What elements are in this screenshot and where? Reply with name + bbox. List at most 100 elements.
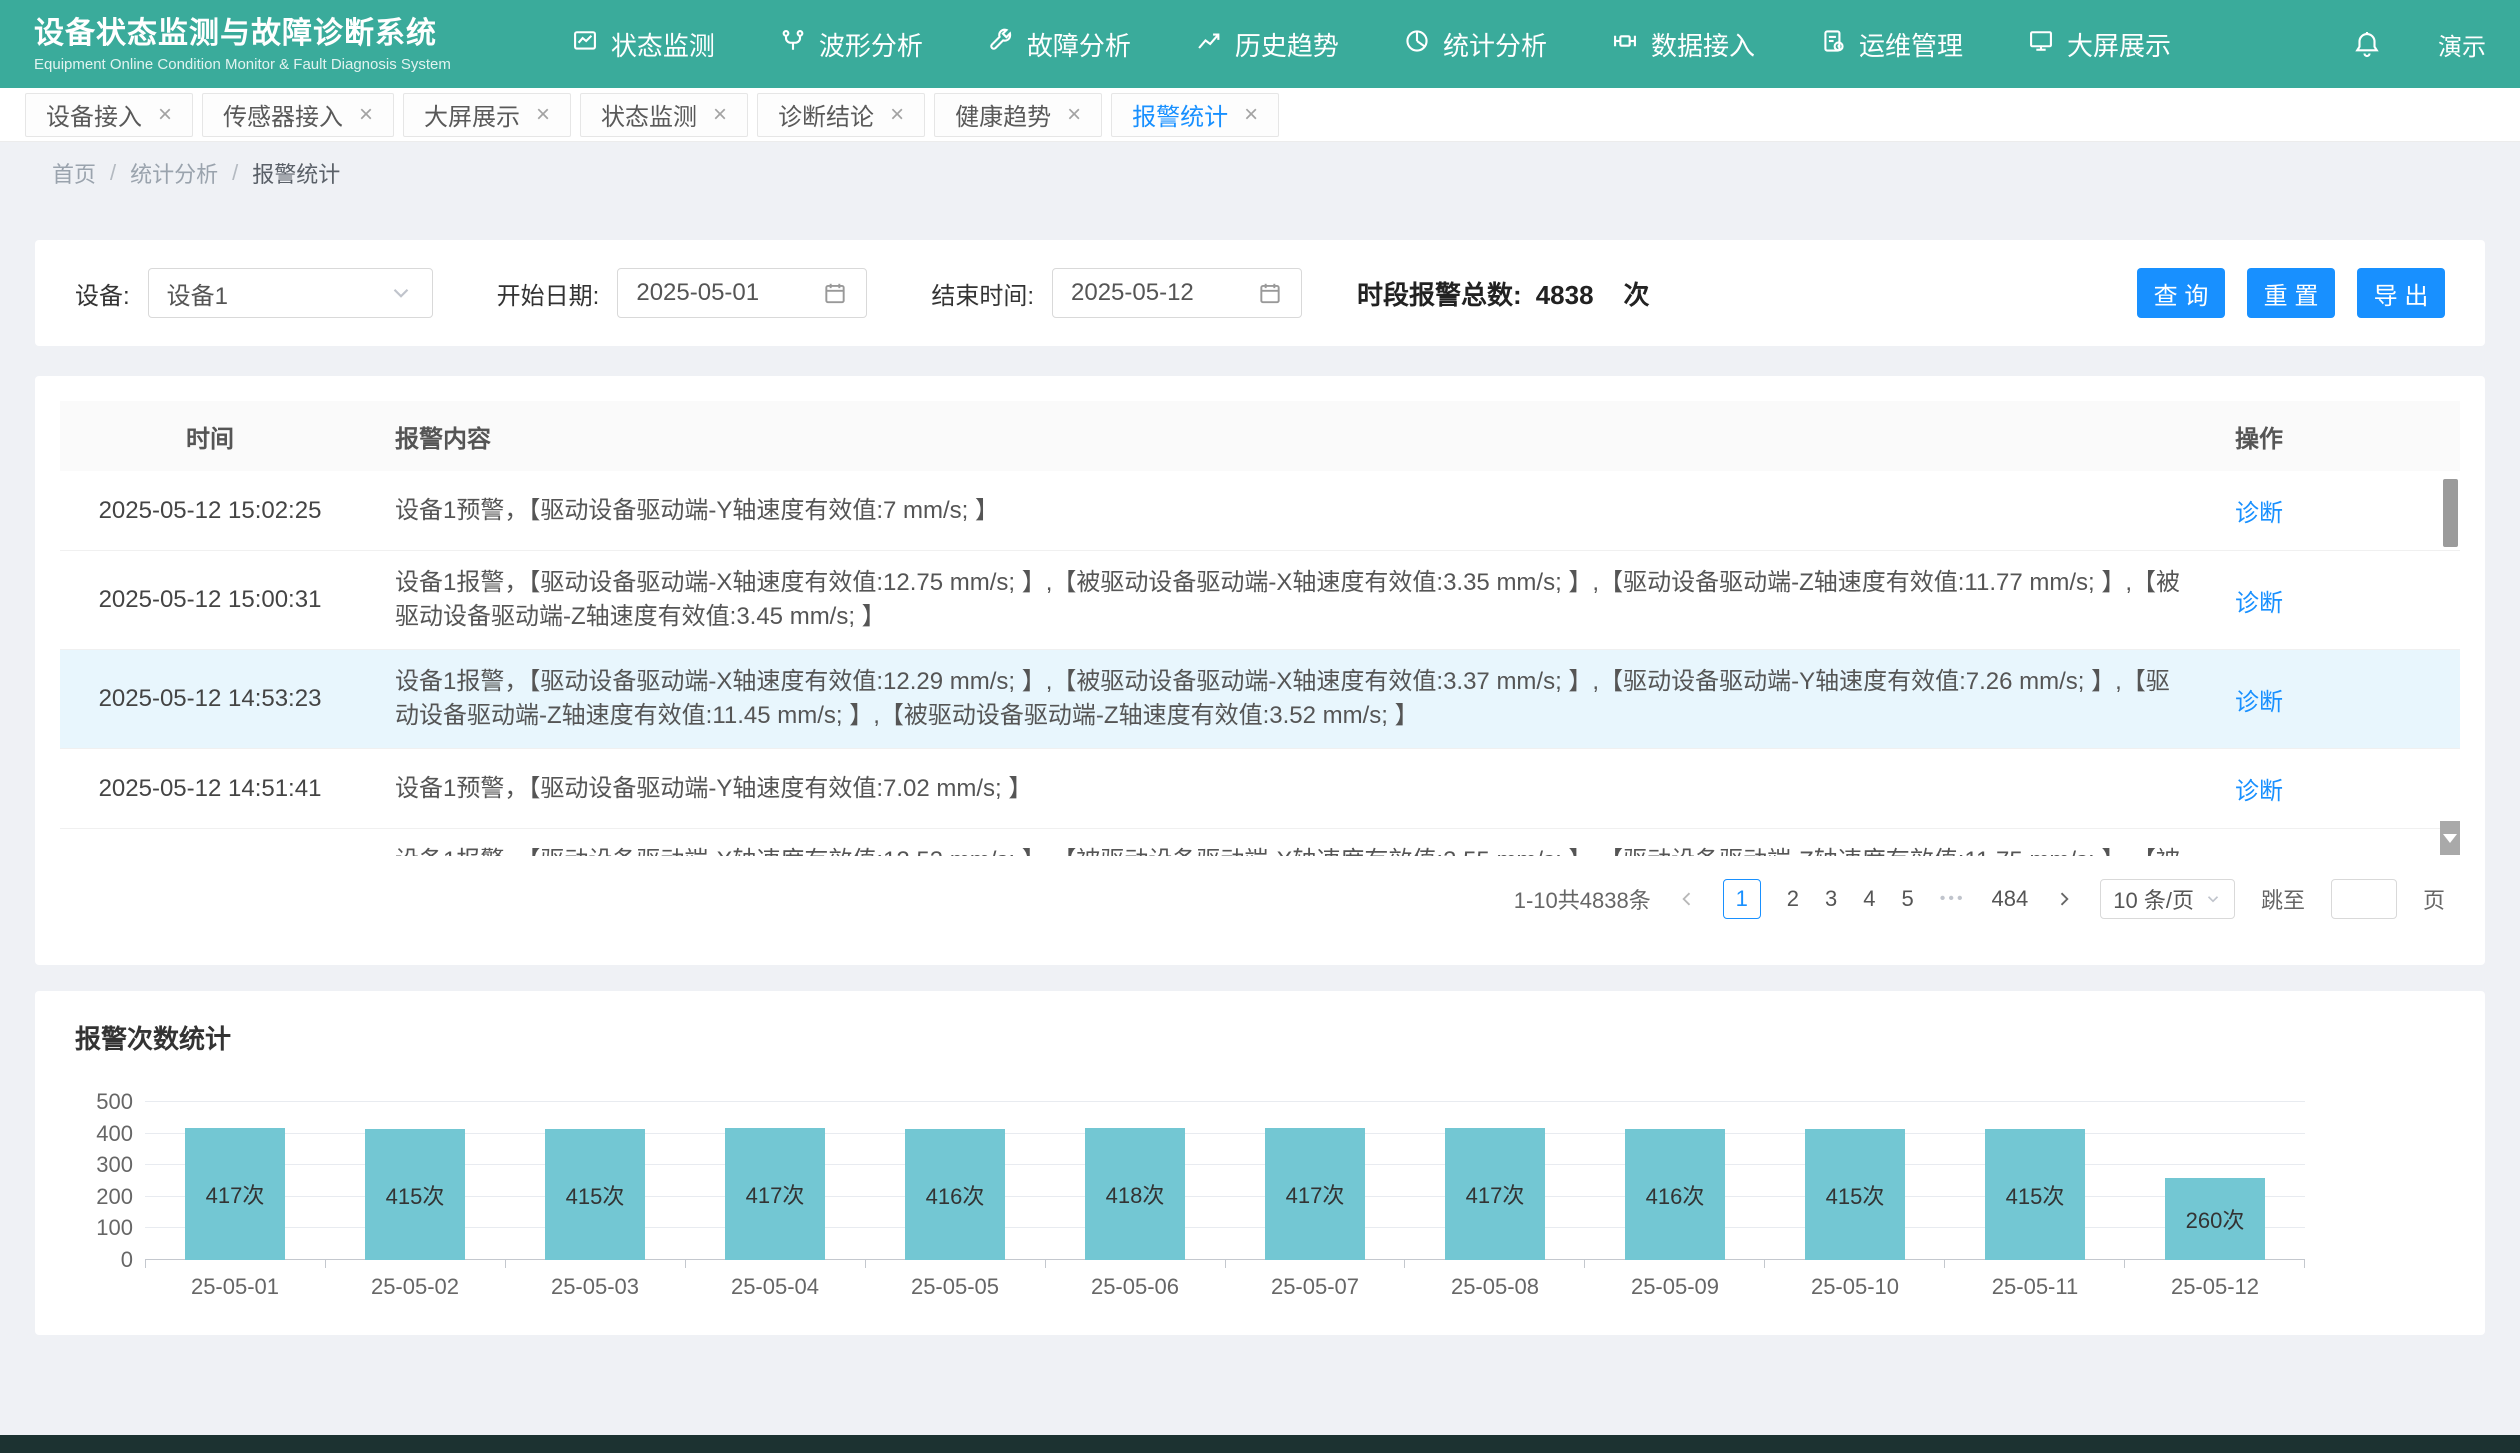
- footer-bar: [0, 1435, 2520, 1453]
- table-row[interactable]: 2025-05-12 15:00:31 设备1报警，【驱动设备驱动端-X轴速度有…: [60, 551, 2460, 650]
- tab-device-access[interactable]: 设备接入 ×: [25, 93, 193, 137]
- close-icon[interactable]: ×: [1067, 101, 1081, 129]
- page-number[interactable]: 2: [1787, 886, 1799, 912]
- tab-big-screen[interactable]: 大屏展示 ×: [403, 93, 571, 137]
- menu-item-ops-management[interactable]: 运维管理: [1819, 26, 1963, 63]
- x-tick-label: 25-05-01: [145, 1274, 325, 1300]
- table-scrollbar-down-button[interactable]: [2440, 821, 2460, 855]
- col-header-content: 报警内容: [360, 419, 2235, 454]
- alarm-time-cell: 2025-05-12 15:00:31: [60, 586, 360, 614]
- bar[interactable]: 260次: [2165, 1178, 2265, 1260]
- menu-item-big-screen[interactable]: 大屏展示: [2027, 26, 2171, 63]
- page-size-select[interactable]: 10 条/页: [2100, 879, 2235, 919]
- query-button[interactable]: 查 询: [2137, 268, 2225, 318]
- open-tabs-bar: 设备接入 × 传感器接入 × 大屏展示 × 状态监测 × 诊断结论 × 健康趋势…: [0, 88, 2520, 142]
- bar[interactable]: 418次: [1085, 1128, 1185, 1260]
- alarm-time-cell: 2025-05-12 14:51:41: [60, 775, 360, 803]
- tab-alarm-statistics[interactable]: 报警统计 ×: [1111, 93, 1279, 137]
- tab-health-trend[interactable]: 健康趋势 ×: [934, 93, 1102, 137]
- bar[interactable]: 416次: [905, 1129, 1005, 1260]
- tab-sensor-access[interactable]: 传感器接入 ×: [202, 93, 394, 137]
- table-row[interactable]: 2025-05-12 14:51:41 设备1预警，【驱动设备驱动端-Y轴速度有…: [60, 749, 2460, 829]
- bar[interactable]: 417次: [1445, 1128, 1545, 1260]
- reset-button[interactable]: 重 置: [2247, 268, 2335, 318]
- y-axis-tick: 400: [75, 1123, 133, 1145]
- pagination: 1-10共4838条 1 2 3 4 5 ••• 484 10 条/页 跳至 页: [60, 878, 2460, 920]
- x-axis-labels: 25-05-01 25-05-02 25-05-03 25-05-04 25-0…: [145, 1274, 2305, 1300]
- page-number[interactable]: 5: [1901, 886, 1913, 912]
- bar-label: 415次: [1826, 1179, 1885, 1211]
- device-select[interactable]: 设备1: [148, 268, 433, 318]
- next-page-button[interactable]: [2054, 889, 2074, 909]
- tab-label: 大屏展示: [424, 97, 520, 132]
- close-icon[interactable]: ×: [158, 101, 172, 129]
- page-ellipsis[interactable]: •••: [1940, 890, 1966, 908]
- chevron-down-icon: [2204, 890, 2222, 908]
- tab-label: 设备接入: [46, 97, 142, 132]
- export-button[interactable]: 导 出: [2357, 268, 2445, 318]
- menu-item-history-trend[interactable]: 历史趋势: [1195, 26, 1339, 63]
- diagnose-link[interactable]: 诊断: [2235, 778, 2283, 805]
- bar[interactable]: 415次: [365, 1129, 465, 1260]
- alarm-content-cell: 设备1报警，【驱动设备驱动端-X轴速度有效值:12.75 mm/s; 】,【被驱…: [360, 566, 2235, 634]
- end-date-input[interactable]: 2025-05-12: [1052, 268, 1302, 318]
- menu-item-fault-analysis[interactable]: 故障分析: [987, 26, 1131, 63]
- alarm-chart-panel: 报警次数统计 0 100 200 300 400 500 417次 415次 4…: [35, 991, 2485, 1335]
- device-label: 设备:: [75, 276, 130, 311]
- chevron-down-icon: [388, 280, 414, 306]
- notification-bell-icon[interactable]: [2352, 29, 2382, 59]
- app-subtitle: Equipment Online Condition Monitor & Fau…: [34, 56, 451, 73]
- start-date-input[interactable]: 2025-05-01: [617, 268, 867, 318]
- menu-item-label: 数据接入: [1651, 26, 1755, 63]
- table-row[interactable]: 2025-05-12 15:02:25 设备1预警，【驱动设备驱动端-Y轴速度有…: [60, 471, 2460, 551]
- table-row-highlighted[interactable]: 2025-05-12 14:53:23 设备1报警，【驱动设备驱动端-X轴速度有…: [60, 650, 2460, 749]
- close-icon[interactable]: ×: [713, 101, 727, 129]
- menu-item-label: 状态监测: [611, 26, 715, 63]
- bar-slot: 417次: [145, 1128, 325, 1260]
- bar[interactable]: 415次: [1805, 1129, 1905, 1260]
- jump-page-input[interactable]: [2331, 879, 2397, 919]
- breadcrumb-stats[interactable]: 统计分析: [130, 157, 218, 189]
- page-current[interactable]: 1: [1723, 879, 1761, 919]
- calendar-icon: [822, 280, 848, 306]
- prev-page-button[interactable]: [1677, 889, 1697, 909]
- bar-label: 417次: [746, 1178, 805, 1210]
- brand: 设备状态监测与故障诊断系统 Equipment Online Condition…: [34, 15, 451, 73]
- page-number[interactable]: 4: [1863, 886, 1875, 912]
- x-tick-label: 25-05-11: [1945, 1274, 2125, 1300]
- table-row[interactable]: 2025-05-12 14:50:23 设备1报警，【驱动设备驱动端-X轴速度有…: [60, 829, 2460, 856]
- bar[interactable]: 417次: [725, 1128, 825, 1260]
- navbar-right: 演示: [2352, 27, 2486, 62]
- breadcrumb-home[interactable]: 首页: [52, 157, 96, 189]
- jump-label: 跳至: [2261, 883, 2305, 915]
- menu-item-data-access[interactable]: 数据接入: [1611, 26, 1755, 63]
- tab-status-monitor[interactable]: 状态监测 ×: [580, 93, 748, 137]
- menu-item-label: 历史趋势: [1235, 26, 1339, 63]
- app-title: 设备状态监测与故障诊断系统: [34, 15, 451, 53]
- close-icon[interactable]: ×: [890, 101, 904, 129]
- page-last[interactable]: 484: [1992, 886, 2029, 912]
- table-scrollbar-thumb[interactable]: [2443, 479, 2458, 547]
- tab-label: 健康趋势: [955, 97, 1051, 132]
- bar-label: 418次: [1106, 1178, 1165, 1210]
- diagnose-link[interactable]: 诊断: [2235, 590, 2283, 617]
- chart-plot-area: 417次 415次 415次 417次 416次 418次 417次 417次 …: [145, 1102, 2305, 1260]
- user-name[interactable]: 演示: [2438, 27, 2486, 62]
- bar[interactable]: 417次: [1265, 1128, 1365, 1260]
- menu-item-waveform-analysis[interactable]: 波形分析: [779, 26, 923, 63]
- top-navbar: 设备状态监测与故障诊断系统 Equipment Online Condition…: [0, 0, 2520, 88]
- bar-slot: 416次: [865, 1129, 1045, 1260]
- bar[interactable]: 415次: [1985, 1129, 2085, 1260]
- close-icon[interactable]: ×: [536, 101, 550, 129]
- tab-diagnosis-conclusion[interactable]: 诊断结论 ×: [757, 93, 925, 137]
- diagnose-link[interactable]: 诊断: [2235, 500, 2283, 527]
- menu-item-stats-analysis[interactable]: 统计分析: [1403, 26, 1547, 63]
- bar[interactable]: 416次: [1625, 1129, 1725, 1260]
- menu-item-status-monitor[interactable]: 状态监测: [571, 26, 715, 63]
- close-icon[interactable]: ×: [1244, 101, 1258, 129]
- close-icon[interactable]: ×: [359, 101, 373, 129]
- page-number[interactable]: 3: [1825, 886, 1837, 912]
- bar[interactable]: 415次: [545, 1129, 645, 1260]
- bar[interactable]: 417次: [185, 1128, 285, 1260]
- diagnose-link[interactable]: 诊断: [2235, 689, 2283, 716]
